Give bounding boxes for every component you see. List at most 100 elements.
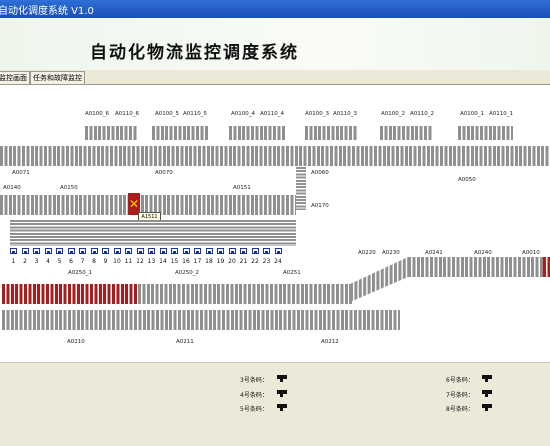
slot-number: 18 — [205, 258, 213, 265]
label-a0250-2: A0250_2 — [175, 270, 200, 276]
label-a0110-3: A0110_3 — [333, 111, 358, 117]
tab-monitor-screen[interactable]: 监控画面 — [0, 71, 30, 84]
slot-box[interactable] — [251, 248, 259, 254]
app-header: 自动化物流监控调度系统 — [0, 18, 550, 70]
label-a0110-6: A0110_6 — [115, 111, 140, 117]
station-block-5[interactable] — [152, 126, 209, 140]
slot-number: 11 — [124, 258, 133, 265]
slot-number: 22 — [251, 258, 259, 265]
slot-number: 19 — [216, 258, 225, 265]
scanner-3-label: 3号条码： — [240, 377, 268, 384]
slot-box[interactable] — [113, 248, 121, 254]
label-a0150: A0150 — [60, 185, 78, 191]
label-a0211: A0211 — [176, 339, 194, 345]
scanner-6-label: 6号条码： — [446, 377, 474, 384]
scanner-7-label: 7号条码： — [446, 392, 474, 399]
slot-number: 9 — [103, 258, 108, 265]
slot-box[interactable] — [159, 248, 167, 254]
slot-box[interactable] — [148, 248, 155, 254]
station-block-4[interactable] — [229, 126, 286, 140]
label-a0140: A0140 — [3, 185, 21, 191]
scanner-5-label: 5号条码： — [240, 406, 268, 413]
ramp-a0230[interactable] — [350, 256, 410, 302]
label-a0100-3: A0100_3 — [305, 111, 330, 117]
conveyor-a0250-2[interactable] — [138, 284, 352, 304]
slot-box[interactable] — [136, 248, 144, 254]
conveyor-a0240[interactable] — [408, 257, 543, 277]
barcode-scanner-icon — [277, 404, 287, 411]
slot-number: 12 — [136, 258, 144, 265]
slot-box[interactable] — [274, 248, 282, 254]
label-a0110-5: A0110_5 — [183, 111, 208, 117]
slot-box[interactable] — [21, 248, 29, 254]
label-a0110-2: A0110_2 — [410, 111, 435, 117]
slot-box[interactable] — [56, 248, 63, 254]
tab-bar: 监控画面 任务和故障监控 — [0, 70, 550, 85]
slot-number: 15 — [170, 258, 179, 265]
slot-number: 24 — [274, 258, 282, 265]
slot-box[interactable] — [240, 248, 247, 254]
barcode-scanner-icon — [277, 390, 287, 397]
label-a0110-1: A0110_1 — [489, 111, 514, 117]
slot-number: 2 — [23, 258, 27, 265]
window-title: 自动化调度系统 V1.0 — [0, 6, 94, 17]
scanner-panel: 3号条码： 6号条码： 4号条码： 7号条码： 5号条码： 8号条码： — [0, 362, 550, 446]
label-a0151: A0151 — [233, 185, 251, 191]
label-a0071: A0071 — [12, 170, 30, 176]
label-a0241: A0241 — [425, 250, 443, 256]
slot-number: 7 — [80, 258, 85, 265]
station-block-3[interactable] — [305, 126, 357, 140]
conveyor-a0060[interactable] — [296, 167, 306, 210]
label-a0100-4: A0100_4 — [231, 111, 256, 117]
slot-number: 8 — [92, 258, 96, 265]
slot-box[interactable] — [263, 248, 270, 254]
slot-box[interactable] — [102, 248, 109, 254]
station-block-6[interactable] — [85, 126, 137, 140]
slot-box[interactable] — [125, 248, 132, 254]
slot-box[interactable] — [44, 248, 52, 254]
label-a0210: A0210 — [67, 339, 85, 345]
scanner-8-label: 8号条码： — [446, 406, 474, 413]
label-a0100-6: A0100_6 — [85, 111, 110, 117]
slot-box[interactable] — [205, 248, 213, 254]
conveyor-a0070[interactable] — [0, 146, 550, 166]
slot-box[interactable] — [79, 248, 86, 254]
slot-box[interactable] — [33, 248, 40, 254]
slot-number: 23 — [262, 258, 271, 265]
slot-box[interactable] — [194, 248, 201, 254]
slot-number: 1 — [11, 258, 16, 265]
slot-box[interactable] — [67, 248, 75, 254]
label-a0110-4: A0110_4 — [260, 111, 285, 117]
page-title: 自动化物流监控调度系统 — [90, 43, 299, 63]
label-a0070: A0070 — [155, 170, 173, 176]
slot-number: 20 — [228, 258, 236, 265]
conveyor-a0250-1-occupied[interactable] — [2, 284, 138, 304]
slot-box[interactable] — [171, 248, 178, 254]
barcode-scanner-icon — [482, 375, 492, 382]
label-a0250-1: A0250_1 — [68, 270, 93, 276]
label-a0170: A0170 — [311, 203, 329, 209]
fault-x-icon: ✕ — [129, 197, 140, 211]
slot-number: 4 — [46, 258, 50, 265]
label-a0100-2: A0100_2 — [381, 111, 406, 117]
slot-number: 10 — [113, 258, 121, 265]
slot-number: 5 — [57, 258, 62, 265]
label-a0010: A0010 — [522, 250, 540, 256]
conveyor-a0210[interactable] — [2, 310, 400, 330]
slot-box[interactable] — [90, 248, 98, 254]
label-a0100-1: A0100_1 — [460, 111, 485, 117]
station-block-2[interactable] — [380, 126, 432, 140]
slot-number: 17 — [193, 258, 202, 265]
conveyor-a0010-occupied[interactable] — [543, 257, 550, 277]
slot-box[interactable] — [182, 248, 190, 254]
barcode-scanner-icon — [482, 404, 492, 411]
label-a0212: A0212 — [321, 339, 339, 345]
slot-box[interactable] — [217, 248, 224, 254]
slot-number: 3 — [34, 258, 39, 265]
slot-number: 21 — [239, 258, 248, 265]
slot-box[interactable] — [10, 248, 17, 254]
slot-box[interactable] — [228, 248, 236, 254]
tab-task-fault-monitor[interactable]: 任务和故障监控 — [30, 71, 85, 84]
station-block-1[interactable] — [458, 126, 513, 140]
window-titlebar: 自动化调度系统 V1.0 — [0, 0, 550, 18]
